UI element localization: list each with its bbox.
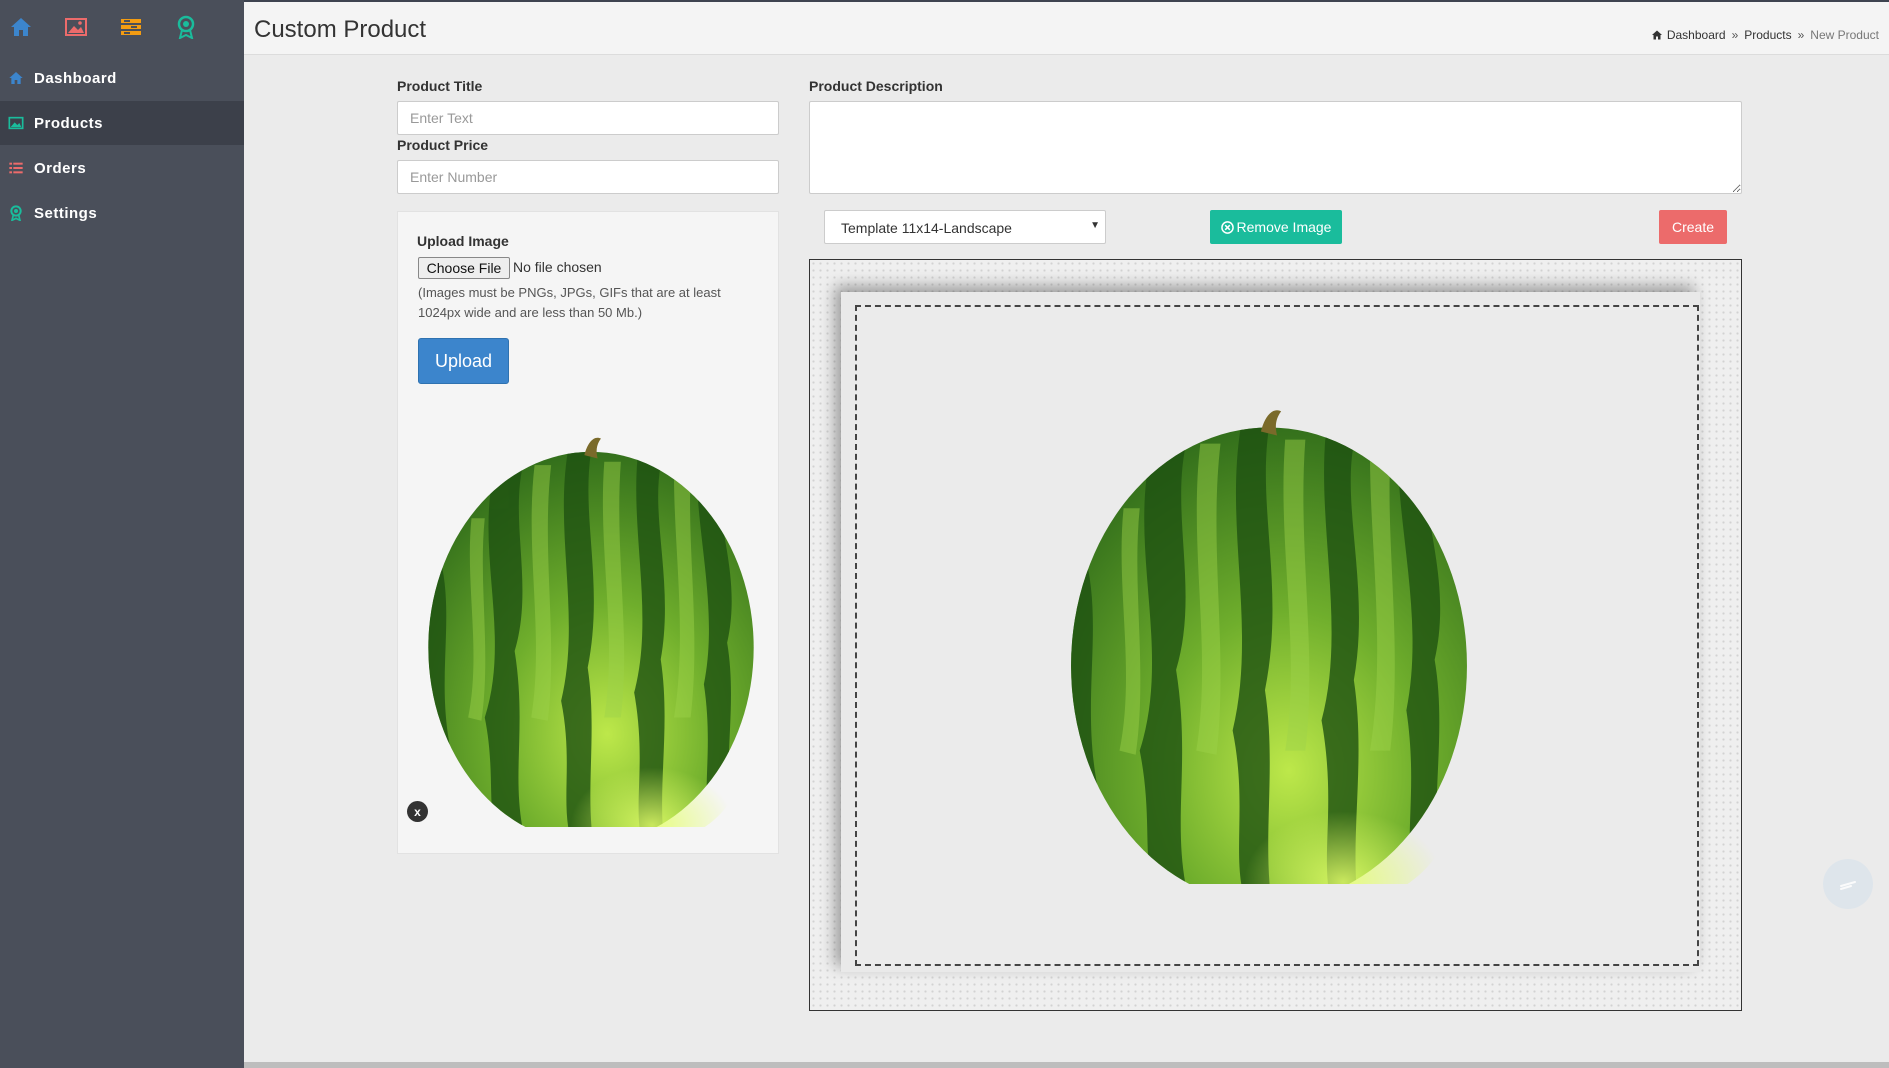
sidebar: Dashboard Products Orders Settings (0, 0, 244, 1068)
product-title-input[interactable] (397, 101, 779, 135)
breadcrumb-products[interactable]: Products (1744, 28, 1791, 42)
design-canvas[interactable] (809, 259, 1742, 1011)
product-title-label: Product Title (397, 78, 483, 94)
sidebar-top-icons (0, 0, 244, 52)
remove-preview-button[interactable]: x (407, 801, 428, 822)
breadcrumb: Dashboard » Products » New Product (1651, 28, 1879, 42)
product-price-label: Product Price (397, 137, 489, 153)
upload-hint: (Images must be PNGs, JPGs, GIFs that ar… (418, 285, 721, 320)
upload-panel: Upload Image Choose File No file chosen … (397, 211, 779, 854)
home-icon (8, 70, 24, 86)
image-icon (8, 115, 24, 131)
product-description-input[interactable] (809, 101, 1742, 194)
sidebar-item-settings[interactable]: Settings (0, 191, 244, 235)
sidebar-item-products[interactable]: Products (0, 101, 244, 145)
list-icon (8, 160, 24, 176)
canvas-image[interactable] (1067, 379, 1471, 884)
image-preview (425, 412, 757, 827)
badge-icon[interactable] (174, 15, 198, 40)
breadcrumb-current: New Product (1810, 28, 1879, 42)
remove-image-label: Remove Image (1236, 219, 1332, 235)
chevron-down-icon: ▼ (1090, 220, 1100, 231)
close-circle-icon (1220, 220, 1234, 234)
choose-file-button[interactable]: Choose File (418, 257, 510, 279)
page-title: Custom Product (254, 16, 427, 43)
remove-image-button[interactable]: Remove Image (1210, 210, 1342, 244)
sidebar-item-label: Settings (34, 204, 98, 222)
product-description-label: Product Description (809, 78, 943, 94)
sidebar-item-orders[interactable]: Orders (0, 146, 244, 190)
template-selected-value: Template 11x14-Landscape (841, 220, 1012, 236)
file-status: No file chosen (513, 259, 602, 275)
sidebar-item-dashboard[interactable]: Dashboard (0, 56, 244, 100)
breadcrumb-separator: » (1731, 28, 1739, 42)
chat-bubble-button[interactable] (1823, 859, 1873, 909)
breadcrumb-dashboard[interactable]: Dashboard (1667, 28, 1726, 42)
product-price-input[interactable] (397, 160, 779, 194)
upload-image-label: Upload Image (417, 233, 509, 249)
image-icon[interactable] (64, 15, 88, 39)
create-button[interactable]: Create (1659, 210, 1727, 244)
home-icon[interactable] (9, 15, 33, 39)
home-icon (1651, 29, 1663, 41)
horizontal-scrollbar[interactable] (244, 1062, 1889, 1068)
template-select[interactable]: Template 11x14-Landscape ▼ (824, 210, 1106, 244)
chat-icon (1840, 881, 1856, 890)
sidebar-item-label: Products (34, 114, 104, 132)
upload-button[interactable]: Upload (418, 338, 509, 384)
list-icon[interactable] (119, 15, 143, 39)
sidebar-item-label: Orders (34, 159, 87, 177)
breadcrumb-separator: » (1797, 28, 1805, 42)
page-header: Custom Product Dashboard » Products » Ne… (244, 0, 1889, 55)
badge-icon (8, 205, 24, 222)
sidebar-item-label: Dashboard (34, 69, 117, 87)
